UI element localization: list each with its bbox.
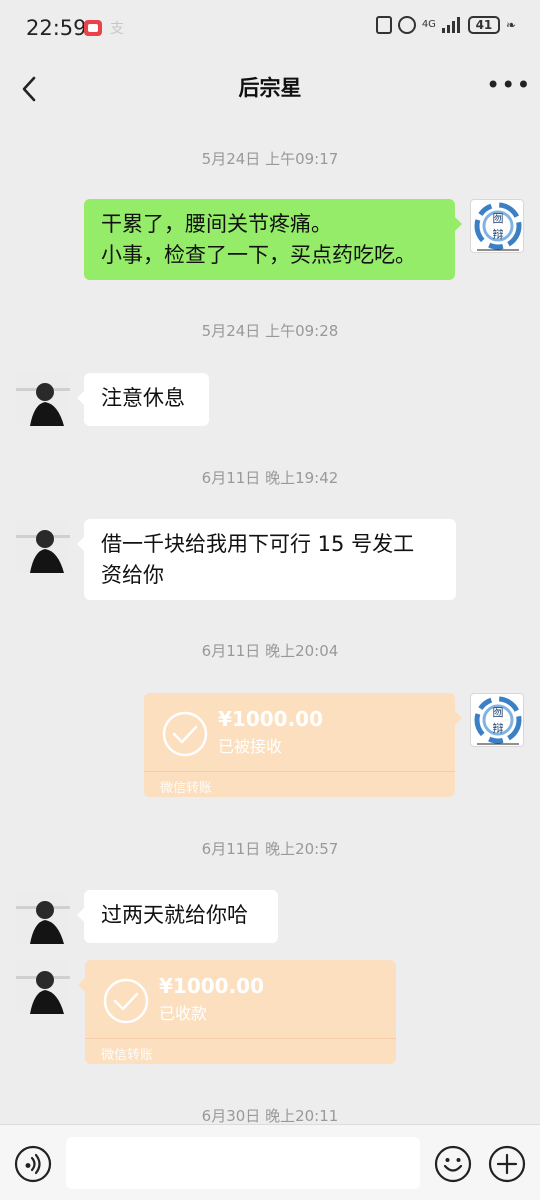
notification-icon [84, 20, 102, 36]
message-text: 注意休息 [101, 386, 185, 410]
alipay-icon: 支 [110, 21, 124, 37]
timestamp: 6月11日 晚上20:57 [201, 840, 339, 858]
card-divider [85, 1038, 396, 1039]
status-bar: 22:59 支 4G 41 ❧ [0, 0, 540, 58]
transfer-status: 已被接收 [218, 737, 283, 756]
self-avatar[interactable]: 囫 辩 [470, 693, 524, 747]
transfer-amount: ¥1000.00 [159, 974, 265, 998]
chat-title: 后宗星 [238, 76, 302, 100]
message-line: 干累了，腰间关节疼痛。 [101, 212, 332, 236]
transfer-card[interactable]: ¥1000.00 已被接收 微信转账 [144, 693, 462, 797]
status-time: 22:59 [26, 16, 87, 40]
svg-text:辩: 辩 [493, 227, 504, 241]
input-bar [0, 1124, 540, 1200]
message-line: 资给你 [101, 563, 164, 587]
message-list[interactable]: 5月24日 上午09:17 干累了，腰间关节疼痛。 小事，检查了一下，买点药吃吃… [0, 120, 540, 1124]
person-photo-icon [16, 960, 70, 1014]
transfer-source: 微信转账 [101, 1048, 154, 1063]
transfer-status: 已收款 [159, 1004, 208, 1023]
person-photo-icon [16, 519, 70, 573]
card-divider [144, 771, 455, 772]
brush-logo-icon: 囫 辩 [474, 202, 522, 251]
timestamp: 6月11日 晚上19:42 [201, 469, 339, 487]
message-line: 借一千块给我用下可行 15 号发工 [101, 532, 415, 556]
person-photo-icon [16, 890, 70, 944]
contact-avatar[interactable] [16, 519, 70, 573]
plus-icon[interactable] [488, 1145, 526, 1183]
message-line: 小事，检查了一下，买点药吃吃。 [101, 243, 416, 267]
svg-text:囫: 囫 [493, 706, 504, 719]
battery-icon: 41 [467, 16, 500, 34]
voice-icon[interactable] [14, 1145, 52, 1183]
transfer-amount: ¥1000.00 [218, 707, 324, 731]
received-text-bubble[interactable]: 借一千块给我用下可行 15 号发工 资给你 [77, 519, 456, 600]
status-icons: 4G 41 ❧ [375, 16, 516, 34]
transfer-card[interactable]: ¥1000.00 已收款 微信转账 [78, 960, 396, 1064]
ellipsis-icon[interactable]: ••• [486, 73, 530, 98]
contact-avatar[interactable] [16, 372, 70, 426]
nfc-icon [375, 16, 392, 34]
network-type: 4G [421, 19, 436, 30]
received-text-bubble[interactable]: 过两天就给你哈 [77, 890, 278, 943]
contact-avatar[interactable] [16, 890, 70, 944]
contact-avatar[interactable] [16, 960, 70, 1014]
power-saving-icon: ❧ [505, 18, 516, 32]
alarm-icon [397, 16, 416, 34]
message-input[interactable] [66, 1137, 420, 1189]
timestamp: 6月11日 晚上20:04 [201, 642, 339, 660]
person-photo-icon [16, 372, 70, 426]
signal-icon [441, 17, 462, 33]
self-avatar[interactable]: 囫 辩 [470, 199, 524, 253]
svg-text:囫: 囫 [493, 212, 504, 225]
timestamp: 5月24日 上午09:17 [201, 150, 339, 168]
sent-text-bubble[interactable]: 干累了，腰间关节疼痛。 小事，检查了一下，买点药吃吃。 [84, 199, 462, 280]
timestamp: 6月30日 晚上20:11 [201, 1107, 339, 1124]
chat-header: 后宗星 ••• [0, 58, 540, 120]
check-circle-icon [103, 978, 149, 1024]
check-circle-icon [162, 711, 208, 757]
svg-text:辩: 辩 [493, 721, 504, 735]
transfer-source: 微信转账 [160, 781, 213, 796]
emoji-icon[interactable] [434, 1145, 472, 1183]
timestamp: 5月24日 上午09:28 [201, 322, 339, 340]
brush-logo-icon: 囫 辩 [474, 696, 522, 745]
received-text-bubble[interactable]: 注意休息 [77, 373, 209, 426]
message-text: 过两天就给你哈 [101, 903, 248, 927]
